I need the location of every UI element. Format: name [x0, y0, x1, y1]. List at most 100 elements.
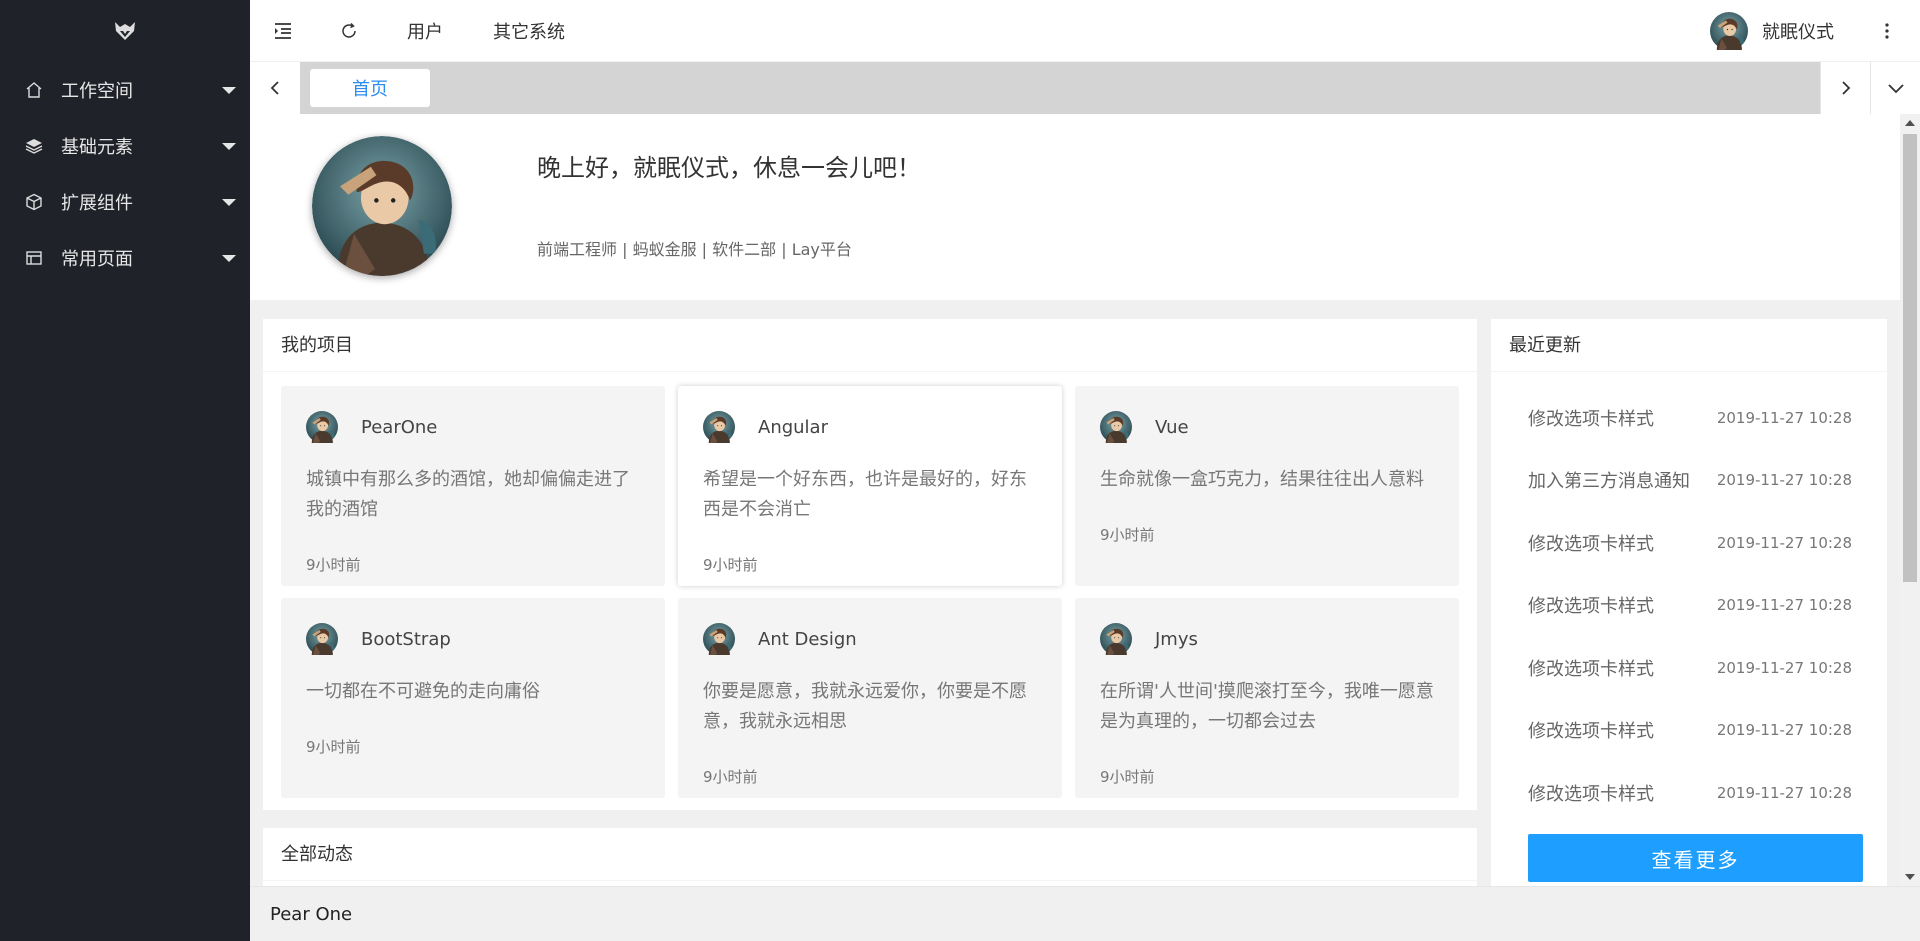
avatar	[306, 623, 338, 655]
profile-banner: 晚上好，就眠仪式，休息一会儿吧！ 前端工程师 | 蚂蚁金服 | 软件二部 | L…	[250, 114, 1900, 300]
update-text: 修改选项卡样式	[1528, 409, 1654, 430]
update-text: 加入第三方消息通知	[1528, 471, 1690, 492]
avatar	[703, 623, 735, 655]
chevron-left-icon	[270, 81, 279, 95]
sidebar-item-common-pages[interactable]: 常用页面	[0, 230, 250, 286]
profile-tagline: 前端工程师 | 蚂蚁金服 | 软件二部 | Lay平台	[537, 240, 852, 259]
user-menu[interactable]: 就眠仪式	[1710, 0, 1890, 62]
project-name: PearOne	[361, 416, 438, 438]
project-name: Vue	[1155, 416, 1189, 438]
sidebar-item-label: 常用页面	[61, 249, 133, 270]
update-item[interactable]: 加入第三方消息通知 2019-11-27 10:28	[1528, 467, 1852, 493]
scroll-up-arrow[interactable]	[1905, 120, 1915, 126]
fox-logo-icon	[115, 22, 135, 40]
update-date: 2019-11-27 10:28	[1716, 534, 1852, 552]
update-date: 2019-11-27 10:28	[1716, 659, 1852, 677]
menu-fold-icon	[275, 22, 291, 39]
update-date: 2019-11-27 10:28	[1716, 596, 1852, 614]
sidebar-item-basic-elements[interactable]: 基础元素	[0, 118, 250, 174]
project-desc: 在所谓'人世间'摸爬滚打至今，我唯一愿意是为真理的，一切都会过去	[1100, 681, 1434, 732]
nav-user[interactable]: 用户	[382, 0, 468, 62]
caret-down-icon	[222, 255, 236, 262]
update-item[interactable]: 修改选项卡样式 2019-11-27 10:28	[1528, 780, 1852, 806]
main-content: 晚上好，就眠仪式，休息一会儿吧！ 前端工程师 | 蚂蚁金服 | 软件二部 | L…	[250, 114, 1900, 886]
project-name: Angular	[758, 416, 828, 438]
project-desc: 一切都在不可避免的走向庸俗	[306, 681, 540, 702]
update-date: 2019-11-27 10:28	[1716, 409, 1852, 427]
sidebar-item-label: 基础元素	[61, 137, 133, 158]
update-item[interactable]: 修改选项卡样式 2019-11-27 10:28	[1528, 592, 1852, 618]
profile-avatar	[312, 136, 452, 276]
project-name: Jmys	[1155, 628, 1198, 650]
project-card[interactable]: Ant Design 你要是愿意，我就永远爱你，你要是不愿意，我就永远相思 9小…	[678, 598, 1062, 798]
projects-title: 我的项目	[263, 319, 1477, 372]
caret-down-icon	[222, 87, 236, 94]
tab-bar: 首页	[250, 62, 1920, 114]
updates-title: 最近更新	[1491, 319, 1887, 372]
project-time: 9小时前	[703, 556, 758, 574]
greeting-text: 晚上好，就眠仪式，休息一会儿吧！	[537, 154, 921, 182]
update-item[interactable]: 修改选项卡样式 2019-11-27 10:28	[1528, 717, 1852, 743]
home-icon	[24, 80, 44, 100]
project-desc: 生命就像一盒巧克力，结果往往出人意料	[1100, 469, 1424, 490]
avatar	[703, 411, 735, 443]
avatar	[1100, 411, 1132, 443]
project-name: BootStrap	[361, 628, 451, 650]
tab-options-button[interactable]	[1870, 62, 1920, 114]
top-header: 用户 其它系统 就眠仪式	[250, 0, 1920, 62]
logo[interactable]	[0, 0, 250, 62]
update-text: 修改选项卡样式	[1528, 659, 1654, 680]
project-desc: 希望是一个好东西，也许是最好的，好东西是不会消亡	[703, 469, 1027, 520]
footer-text: Pear One	[270, 903, 353, 925]
tab-home[interactable]: 首页	[310, 69, 430, 107]
update-date: 2019-11-27 10:28	[1716, 471, 1852, 489]
tab-scroll-right-button[interactable]	[1820, 62, 1870, 114]
footer: Pear One	[250, 886, 1920, 941]
update-item[interactable]: 修改选项卡样式 2019-11-27 10:28	[1528, 405, 1852, 431]
project-desc: 城镇中有那么多的酒馆，她却偏偏走进了我的酒馆	[306, 469, 630, 520]
project-time: 9小时前	[1100, 526, 1155, 544]
sidebar-item-label: 扩展组件	[61, 193, 133, 214]
scroll-down-arrow[interactable]	[1905, 874, 1915, 880]
nav-other-systems[interactable]: 其它系统	[468, 0, 590, 62]
sidebar-item-extensions[interactable]: 扩展组件	[0, 174, 250, 230]
project-card[interactable]: BootStrap 一切都在不可避免的走向庸俗 9小时前	[281, 598, 665, 798]
scroll-thumb[interactable]	[1903, 134, 1917, 582]
update-text: 修改选项卡样式	[1528, 596, 1654, 617]
chevron-down-icon	[1887, 84, 1904, 94]
caret-down-icon	[222, 143, 236, 150]
content-scrollbar[interactable]	[1900, 114, 1920, 886]
update-item[interactable]: 修改选项卡样式 2019-11-27 10:28	[1528, 530, 1852, 556]
more-vertical-icon[interactable]	[1884, 22, 1890, 40]
view-more-button[interactable]: 查看更多	[1528, 834, 1863, 882]
sidebar-item-workspace[interactable]: 工作空间	[0, 62, 250, 118]
menu-toggle-button[interactable]	[250, 0, 316, 62]
project-name: Ant Design	[758, 628, 857, 650]
update-date: 2019-11-27 10:28	[1716, 784, 1852, 802]
sidebar-item-label: 工作空间	[61, 81, 133, 102]
updates-card: 最近更新 修改选项卡样式 2019-11-27 10:28 加入第三方消息通知 20…	[1491, 319, 1887, 886]
username: 就眠仪式	[1762, 22, 1834, 43]
project-time: 9小时前	[703, 768, 758, 786]
avatar	[1100, 623, 1132, 655]
tab-scroll-left-button[interactable]	[250, 62, 300, 114]
chevron-right-icon	[1841, 81, 1850, 95]
layers-icon	[24, 136, 44, 156]
projects-card: 我的项目 PearOne 城镇中有那么多的酒馆，她却偏偏走进了我的酒馆 9小时前…	[263, 319, 1477, 810]
project-card[interactable]: Angular 希望是一个好东西，也许是最好的，好东西是不会消亡 9小时前	[678, 386, 1062, 586]
project-card[interactable]: Jmys 在所谓'人世间'摸爬滚打至今，我唯一愿意是为真理的，一切都会过去 9小…	[1075, 598, 1459, 798]
update-text: 修改选项卡样式	[1528, 534, 1654, 555]
caret-down-icon	[222, 199, 236, 206]
refresh-button[interactable]	[316, 0, 382, 62]
activity-card: 全部动态	[263, 828, 1477, 886]
project-time: 9小时前	[1100, 768, 1155, 786]
update-item[interactable]: 修改选项卡样式 2019-11-27 10:28	[1528, 655, 1852, 681]
window-icon	[24, 248, 44, 268]
project-card[interactable]: PearOne 城镇中有那么多的酒馆，她却偏偏走进了我的酒馆 9小时前	[281, 386, 665, 586]
sidebar: 工作空间 基础元素 扩展组件 常用页面	[0, 0, 250, 941]
refresh-icon	[342, 22, 356, 38]
project-time: 9小时前	[306, 738, 361, 756]
update-date: 2019-11-27 10:28	[1716, 721, 1852, 739]
project-card[interactable]: Vue 生命就像一盒巧克力，结果往往出人意料 9小时前	[1075, 386, 1459, 586]
project-time: 9小时前	[306, 556, 361, 574]
